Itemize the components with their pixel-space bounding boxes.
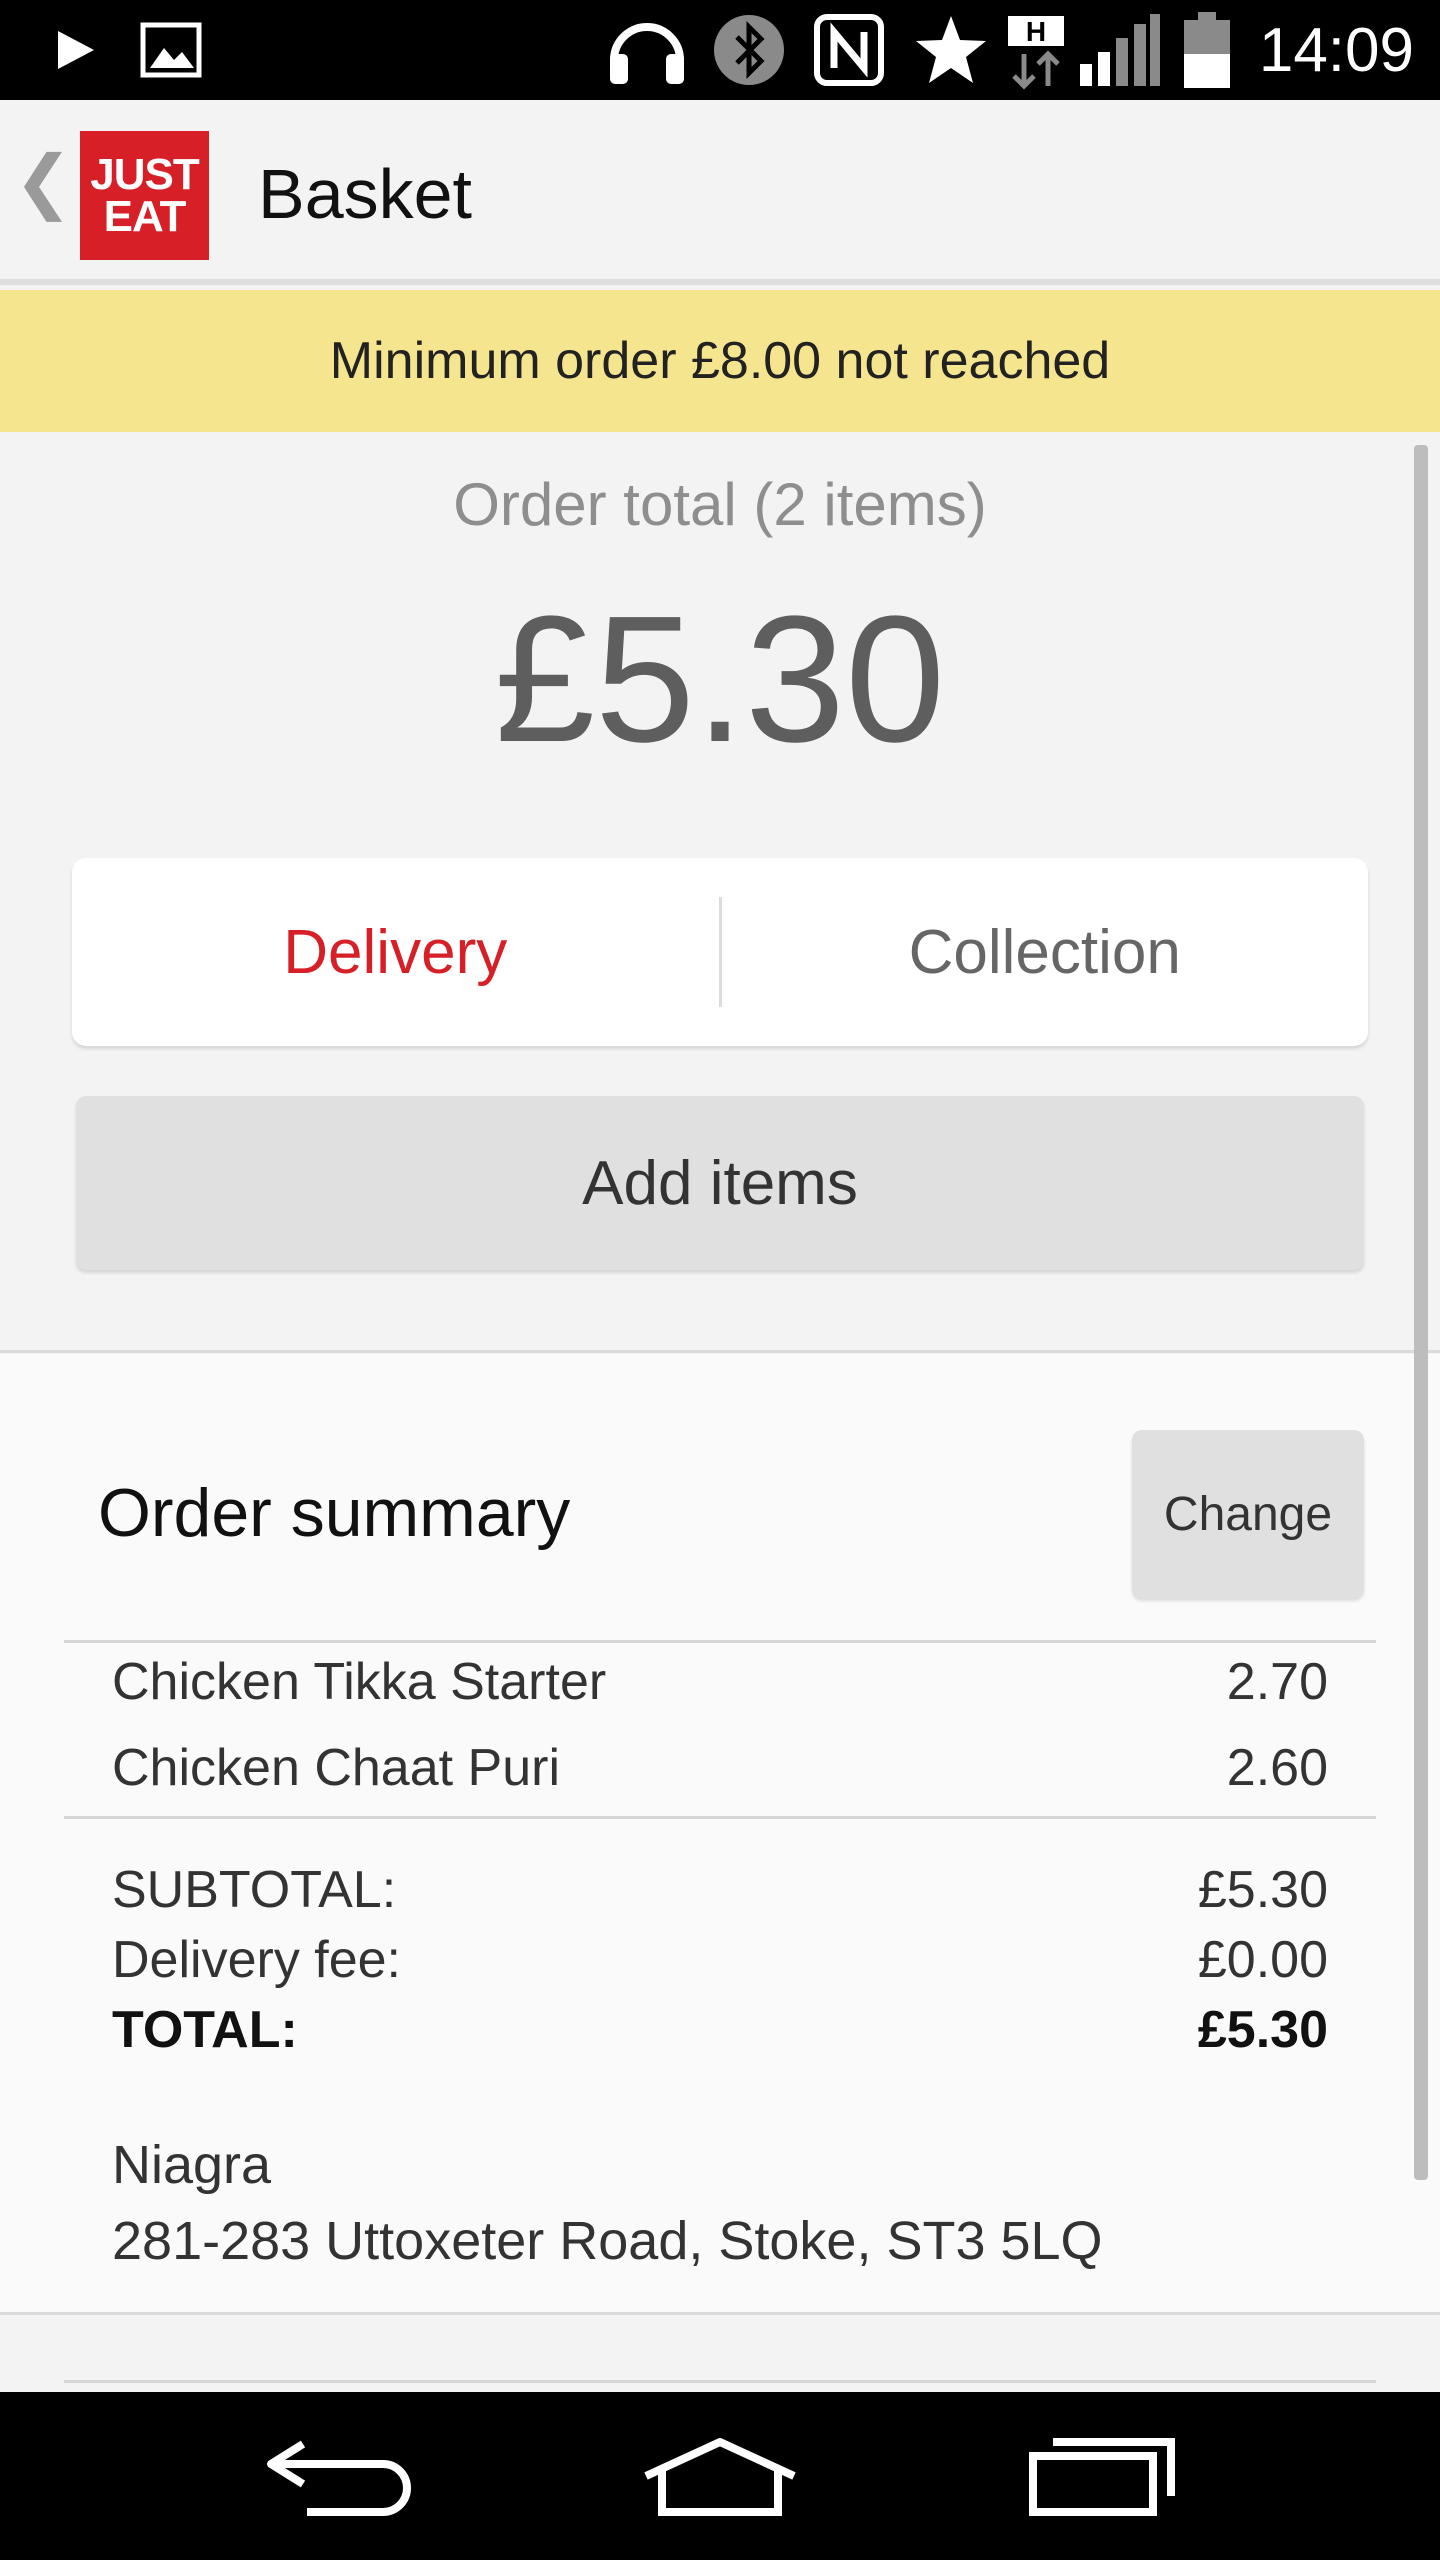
signal-icon	[1078, 0, 1162, 100]
delivery-fee-label: Delivery fee:	[112, 1931, 401, 1989]
item-name: Chicken Chaat Puri	[112, 1739, 560, 1797]
logo-text-line2: EAT	[103, 191, 187, 241]
banner-message: Minimum order £8.00 not reached	[329, 332, 1111, 390]
item-price: 2.70	[1226, 1653, 1328, 1711]
divider	[64, 2380, 1376, 2383]
section-divider	[0, 2312, 1440, 2315]
order-summary-card: Order summary Change Chicken Tikka Start…	[0, 1354, 1440, 2314]
scrollbar[interactable]	[1414, 445, 1428, 2180]
bluetooth-icon	[712, 0, 786, 100]
delivery-option[interactable]: Delivery	[72, 917, 719, 988]
divider	[64, 1640, 1376, 1643]
section-divider	[0, 1350, 1440, 1353]
item-price: 2.60	[1226, 1739, 1328, 1797]
item-name: Chicken Tikka Starter	[112, 1653, 607, 1711]
just-eat-logo[interactable]: JUST EAT	[80, 131, 209, 260]
total-row: TOTAL: £5.30	[112, 2000, 1328, 2060]
status-bar: H 14:09	[0, 0, 1440, 100]
page-title: Basket	[258, 155, 472, 233]
star-icon	[914, 0, 988, 100]
change-button[interactable]: Change	[1132, 1430, 1364, 1598]
list-item: Chicken Tikka Starter 2.70	[112, 1652, 1328, 1712]
delivery-fee-value: £0.00	[1197, 1931, 1328, 1989]
clock: 14:09	[1258, 15, 1414, 85]
collection-option[interactable]: Collection	[722, 917, 1369, 988]
hspa-icon: H	[1006, 0, 1066, 100]
home-icon[interactable]	[620, 2392, 820, 2560]
image-icon	[140, 0, 202, 100]
restaurant-address: 281-283 Uttoxeter Road, Stoke, ST3 5LQ	[112, 2211, 1103, 2271]
order-total-amount: £5.30	[494, 579, 946, 780]
svg-text:H: H	[1026, 16, 1046, 47]
order-total-label: Order total (2 items)	[453, 471, 987, 538]
minimum-order-banner: Minimum order £8.00 not reached	[0, 290, 1440, 432]
back-icon[interactable]	[238, 2392, 438, 2560]
restaurant-name: Niagra	[112, 2135, 272, 2195]
add-items-label: Add items	[582, 1148, 858, 1218]
play-icon	[52, 0, 98, 100]
subtotal-row: SUBTOTAL: £5.30	[112, 1860, 1328, 1920]
navigation-bar	[0, 2392, 1440, 2560]
total-value: £5.30	[1197, 2001, 1328, 2059]
nfc-icon	[814, 0, 884, 100]
subtotal-label: SUBTOTAL:	[112, 1861, 397, 1919]
fulfilment-toggle: Delivery Collection	[72, 858, 1368, 1046]
change-label: Change	[1163, 1487, 1333, 1541]
app-bar: ❮ JUST EAT Basket	[0, 100, 1440, 285]
recent-apps-icon[interactable]	[1002, 2392, 1202, 2560]
divider	[64, 1816, 1376, 1819]
logo-text-line1: JUST	[90, 149, 199, 199]
battery-icon	[1182, 0, 1232, 100]
list-item: Chicken Chaat Puri 2.60	[112, 1738, 1328, 1798]
add-items-button[interactable]: Add items	[76, 1096, 1364, 1270]
subtotal-value: £5.30	[1197, 1861, 1328, 1919]
headset-icon	[604, 0, 690, 100]
delivery-fee-row: Delivery fee: £0.00	[112, 1930, 1328, 1990]
back-chevron-icon[interactable]: ❮	[14, 140, 73, 222]
order-summary-title: Order summary	[98, 1475, 571, 1551]
total-label: TOTAL:	[112, 2001, 298, 2059]
